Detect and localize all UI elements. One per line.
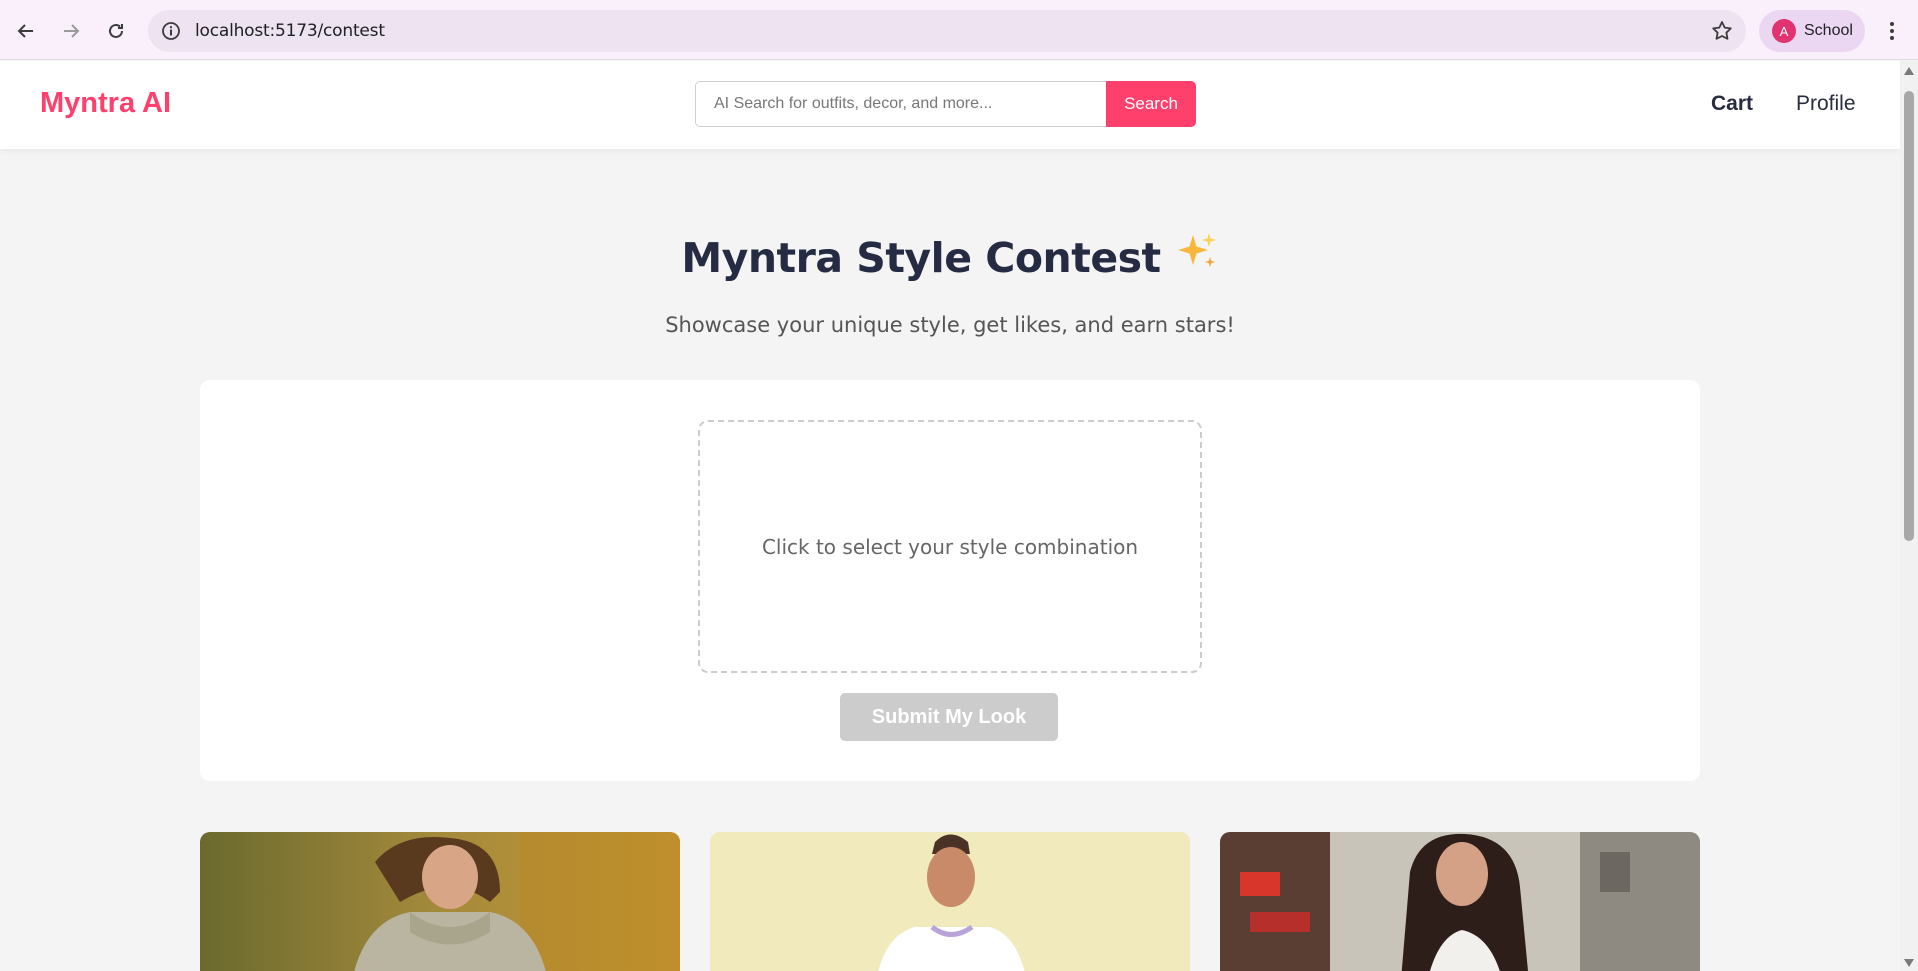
bookmark-star-icon[interactable] xyxy=(1710,19,1734,43)
forward-button[interactable] xyxy=(53,13,89,49)
page-subtitle: Showcase your unique style, get likes, a… xyxy=(665,313,1235,337)
dropzone-label: Click to select your style combination xyxy=(761,534,1139,559)
back-button[interactable] xyxy=(8,13,44,49)
site-header: Myntra AI Search Cart Profile xyxy=(0,61,1900,149)
scroll-down-icon[interactable] xyxy=(1904,959,1914,967)
scroll-up-icon[interactable] xyxy=(1904,67,1914,75)
url-text[interactable]: localhost:5173/contest xyxy=(195,21,385,41)
more-menu-icon[interactable] xyxy=(1878,16,1906,46)
address-bar[interactable]: localhost:5173/contest xyxy=(148,10,1746,52)
profile-name: School xyxy=(1804,22,1853,39)
sparkles-icon xyxy=(1175,231,1219,285)
page-title: Myntra Style Contest xyxy=(0,231,1900,285)
site-logo[interactable]: Myntra AI xyxy=(40,87,171,120)
nav-cart-link[interactable]: Cart xyxy=(1711,92,1753,116)
site-info-icon[interactable] xyxy=(160,20,182,42)
back-arrow-icon xyxy=(17,24,33,38)
scrollbar-thumb[interactable] xyxy=(1904,91,1914,541)
avatar: A xyxy=(1772,19,1796,43)
page-title-text: Myntra Style Contest xyxy=(681,234,1161,282)
browser-toolbar: localhost:5173/contest A School xyxy=(0,0,1918,60)
search-bar: Search xyxy=(695,81,1196,127)
image-dropzone[interactable]: Click to select your style combination xyxy=(698,420,1202,673)
forward-arrow-icon xyxy=(64,24,80,38)
search-input[interactable] xyxy=(695,81,1106,127)
contest-gallery xyxy=(200,832,1700,971)
contest-entry-image[interactable] xyxy=(710,832,1190,971)
contest-entry-image[interactable] xyxy=(200,832,680,971)
reload-button[interactable] xyxy=(98,13,134,49)
page-viewport: Myntra AI Search Cart Profile Myntra Sty… xyxy=(0,61,1900,971)
submit-look-button[interactable]: Submit My Look xyxy=(840,693,1058,741)
contest-entry-image[interactable] xyxy=(1220,832,1700,971)
search-button[interactable]: Search xyxy=(1106,81,1196,127)
reload-icon xyxy=(109,23,123,38)
upload-card: Click to select your style combination S… xyxy=(200,380,1700,781)
browser-profile-chip[interactable]: A School xyxy=(1759,10,1865,52)
page-scrollbar[interactable] xyxy=(1900,61,1918,971)
nav-profile-link[interactable]: Profile xyxy=(1796,92,1856,116)
